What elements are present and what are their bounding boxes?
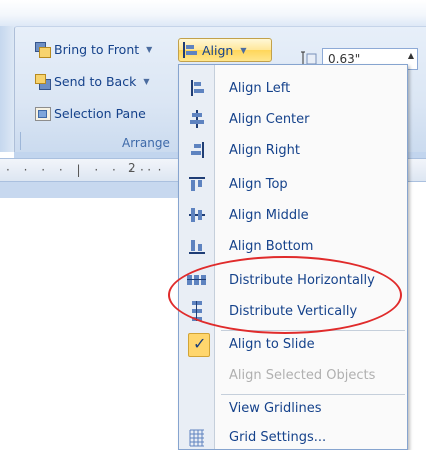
bring-to-front-icon xyxy=(34,41,51,58)
selection-pane-button[interactable]: Selection Pane xyxy=(34,102,146,124)
send-to-back-label: Send to Back xyxy=(54,73,137,89)
bring-to-front-label: Bring to Front xyxy=(54,41,140,57)
menu-item-label: Align to Slide xyxy=(229,336,315,352)
menu-item-label: Grid Settings... xyxy=(229,429,327,445)
menu-item-distribute-vertically[interactable]: Distribute Vertically xyxy=(179,296,409,326)
ribbon-left-edge xyxy=(0,26,14,152)
group-separator xyxy=(20,132,21,150)
chevron-down-icon[interactable]: ▼ xyxy=(146,45,152,54)
chevron-down-icon[interactable]: ▼ xyxy=(143,77,149,86)
ruler-number: 2 xyxy=(128,161,136,175)
align-right-icon xyxy=(179,135,215,165)
menu-item-label: View Gridlines xyxy=(229,400,322,416)
menu-item-label: Align Center xyxy=(229,111,310,127)
menu-item-view-gridlines[interactable]: View Gridlines xyxy=(179,393,409,423)
menu-item-label: Align Left xyxy=(229,80,291,96)
chevron-down-icon: ▼ xyxy=(240,45,247,55)
align-label: Align xyxy=(202,42,234,58)
align-top-icon xyxy=(179,169,215,199)
menu-item-align-left[interactable]: Align Left xyxy=(179,73,409,103)
menu-item-distribute-horizontally[interactable]: Distribute Horizontally xyxy=(179,265,409,295)
empty-icon-slot xyxy=(179,393,215,423)
arrange-group-label: Arrange xyxy=(122,136,170,150)
send-to-back-button[interactable]: Send to Back ▼ xyxy=(34,70,149,92)
selection-pane-label: Selection Pane xyxy=(54,105,146,121)
menu-item-label: Align Middle xyxy=(229,207,309,223)
grid-icon xyxy=(179,422,215,450)
menu-item-align-top[interactable]: Align Top xyxy=(179,169,409,199)
menu-item-label: Align Top xyxy=(229,176,288,192)
menu-item-label: Align Right xyxy=(229,142,300,158)
menu-item-align-right[interactable]: Align Right xyxy=(179,135,409,165)
slide-area xyxy=(0,182,178,450)
send-to-back-icon xyxy=(34,73,51,90)
align-icon xyxy=(182,42,198,58)
align-center-icon xyxy=(179,104,215,134)
checkmark-icon: ✓ xyxy=(179,329,215,359)
spin-up-icon[interactable]: ▲ xyxy=(408,51,414,60)
empty-icon-slot xyxy=(179,360,215,390)
menu-item-align-middle[interactable]: Align Middle xyxy=(179,200,409,230)
align-button[interactable]: Align ▼ xyxy=(182,39,247,61)
menu-item-align-selected-objects: Align Selected Objects xyxy=(179,360,409,390)
menu-item-label: Align Bottom xyxy=(229,238,314,254)
align-bottom-icon xyxy=(179,231,215,261)
align-middle-icon xyxy=(179,200,215,230)
align-left-icon xyxy=(179,73,215,103)
menu-item-align-to-slide[interactable]: ✓ Align to Slide xyxy=(179,329,409,359)
menu-item-label: Align Selected Objects xyxy=(229,367,376,383)
menu-item-label: Distribute Horizontally xyxy=(229,272,375,288)
ruler-ticks: · · xyxy=(140,163,167,177)
menu-item-label: Distribute Vertically xyxy=(229,303,358,319)
distribute-vertically-icon xyxy=(179,296,215,326)
distribute-horizontally-icon xyxy=(179,265,215,295)
selection-pane-icon xyxy=(34,105,51,121)
menu-item-align-center[interactable]: Align Center xyxy=(179,104,409,134)
menu-item-align-bottom[interactable]: Align Bottom xyxy=(179,231,409,261)
bring-to-front-button[interactable]: Bring to Front ▼ xyxy=(34,38,152,60)
align-menu: Align Left Align Center Align Right Alig… xyxy=(178,64,408,450)
menu-item-grid-settings[interactable]: Grid Settings... xyxy=(179,422,409,450)
